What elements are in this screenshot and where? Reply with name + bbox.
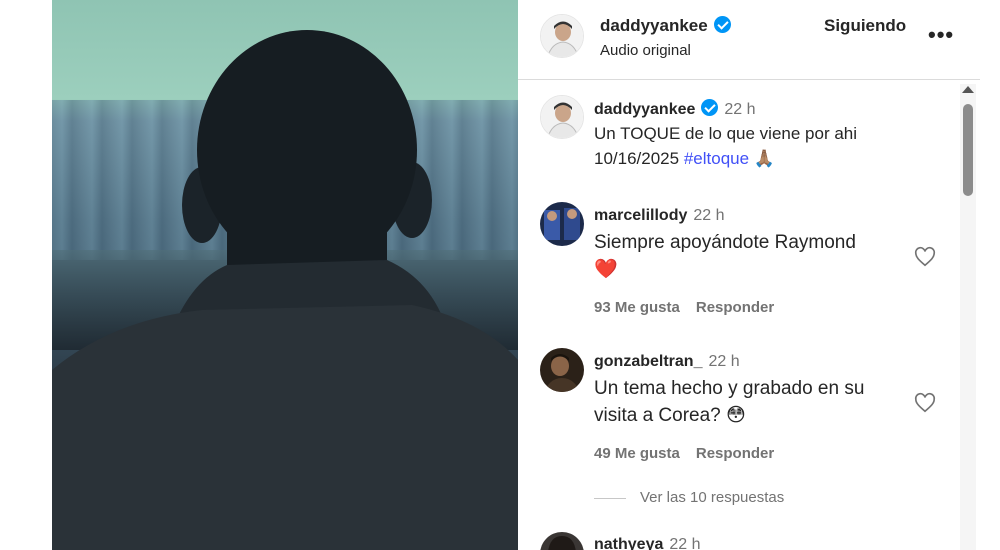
verified-badge-icon bbox=[713, 16, 731, 33]
comment-time[interactable]: 22 h bbox=[669, 536, 700, 550]
author-username-row[interactable]: daddyyankee bbox=[600, 16, 731, 36]
heart-emoji-icon: ❤️ bbox=[594, 259, 618, 280]
scrollbar-thumb[interactable] bbox=[963, 104, 973, 196]
comment-header: nathyeya 22 h bbox=[594, 536, 701, 550]
caption-hashtag[interactable]: #eltoque bbox=[684, 149, 749, 168]
comment-avatar[interactable] bbox=[540, 348, 584, 392]
avatar-image bbox=[541, 96, 583, 138]
comment-meta: 49 Me gusta Responder bbox=[594, 445, 774, 462]
person-silhouette bbox=[52, 30, 518, 550]
comment-header: marcelillody 22 h bbox=[594, 207, 725, 225]
caption-line1: Un TOQUE de lo que viene por ahi bbox=[594, 124, 858, 143]
more-options-icon[interactable]: ••• bbox=[928, 22, 954, 48]
comment-meta: 93 Me gusta Responder bbox=[594, 299, 774, 316]
caption-text: Un TOQUE de lo que viene por ahi 10/16/2… bbox=[594, 121, 914, 171]
flushed-face-emoji-icon: 😳 bbox=[726, 405, 746, 426]
avatar-image bbox=[540, 348, 584, 392]
comment-username[interactable]: gonzabeltran_ bbox=[594, 353, 702, 370]
comment-likes[interactable]: 93 Me gusta bbox=[594, 299, 680, 316]
following-button[interactable]: Siguiendo bbox=[824, 16, 906, 36]
reply-button[interactable]: Responder bbox=[696, 299, 774, 316]
avatar-image bbox=[540, 202, 584, 246]
like-heart-icon[interactable] bbox=[914, 392, 936, 414]
comment-text: Siempre apoyándote Raymond ❤️ bbox=[594, 229, 914, 283]
comment-username[interactable]: marcelillody bbox=[594, 207, 687, 224]
scroll-up-arrow-icon[interactable] bbox=[962, 86, 974, 93]
post-side-panel: daddyyankee Audio original Siguiendo •••… bbox=[518, 0, 980, 550]
comment-username[interactable]: nathyeya bbox=[594, 536, 663, 550]
avatar-image bbox=[541, 15, 583, 57]
author-username[interactable]: daddyyankee bbox=[600, 16, 708, 35]
caption-username[interactable]: daddyyankee bbox=[594, 101, 695, 118]
comment-avatar[interactable] bbox=[540, 532, 584, 550]
praying-hands-emoji-icon: 🙏🏽 bbox=[753, 149, 775, 168]
avatar-image bbox=[540, 532, 584, 550]
caption-header: daddyyankee 22 h bbox=[594, 99, 756, 119]
comment-likes[interactable]: 49 Me gusta bbox=[594, 445, 680, 462]
verified-badge-icon bbox=[701, 99, 719, 116]
audio-label[interactable]: Audio original bbox=[600, 42, 691, 59]
replies-divider bbox=[594, 497, 626, 499]
reply-button[interactable]: Responder bbox=[696, 445, 774, 462]
caption-avatar[interactable] bbox=[540, 95, 584, 139]
caption-line2: 10/16/2025 #eltoque 🙏🏽 bbox=[594, 146, 914, 171]
caption-time[interactable]: 22 h bbox=[724, 101, 755, 118]
author-avatar[interactable] bbox=[540, 14, 584, 58]
comment-text: Un tema hecho y grabado en su visita a C… bbox=[594, 375, 894, 429]
caption-date: 10/16/2025 bbox=[594, 149, 680, 168]
view-replies-link[interactable]: Ver las 10 respuestas bbox=[640, 489, 784, 506]
comment-time[interactable]: 22 h bbox=[708, 353, 739, 370]
post-media[interactable] bbox=[52, 0, 518, 550]
view-replies-row[interactable]: Ver las 10 respuestas bbox=[594, 489, 784, 506]
comments-list: daddyyankee 22 h Un TOQUE de lo que viene… bbox=[518, 81, 980, 550]
comment-time[interactable]: 22 h bbox=[693, 207, 724, 224]
like-heart-icon[interactable] bbox=[914, 246, 936, 268]
comment-header: gonzabeltran_ 22 h bbox=[594, 353, 740, 371]
comment-avatar[interactable] bbox=[540, 202, 584, 246]
post-header: daddyyankee Audio original Siguiendo ••• bbox=[518, 0, 980, 80]
comment-body: Siempre apoyándote Raymond bbox=[594, 232, 856, 253]
